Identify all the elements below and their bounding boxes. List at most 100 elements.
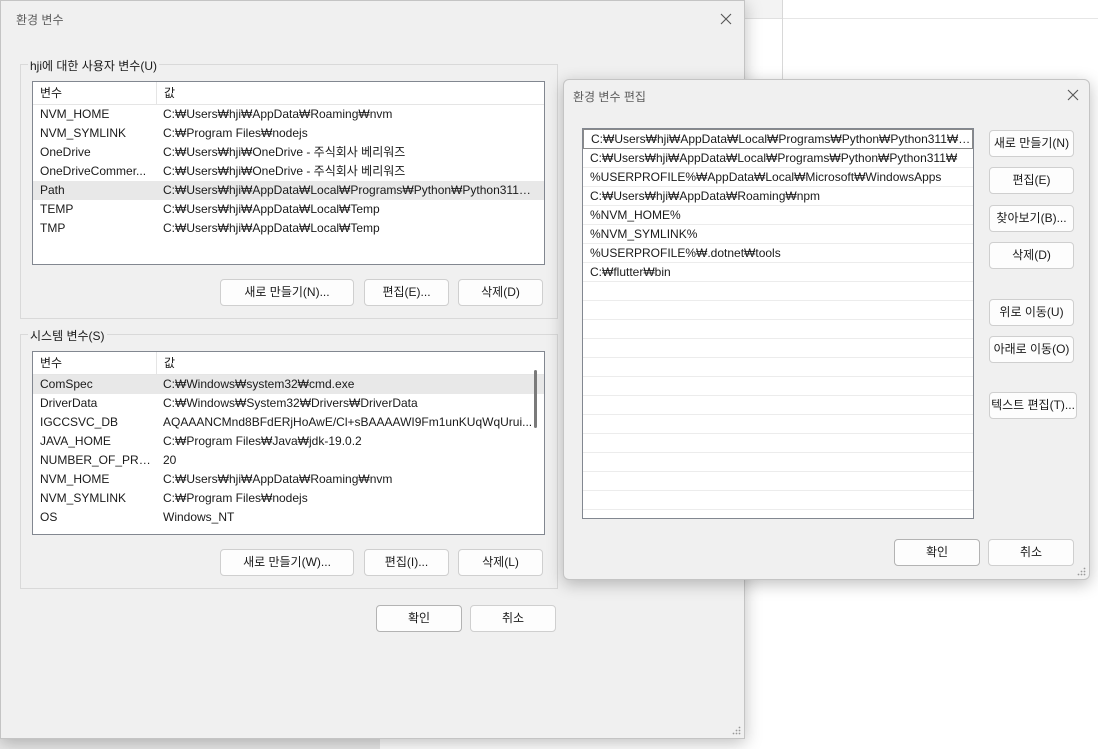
list-item[interactable]: %USERPROFILE%₩.dotnet₩tools <box>583 244 973 263</box>
list-item-empty[interactable] <box>583 472 973 491</box>
variable-name: TEMP <box>40 202 74 216</box>
list-item-empty[interactable] <box>583 491 973 510</box>
column-header-name[interactable]: 변수 <box>33 352 157 374</box>
table-row[interactable]: NVM_HOME C:₩Users₩hji₩AppData₩Roaming₩nvm <box>33 105 544 124</box>
list-item-empty[interactable] <box>583 434 973 453</box>
list-item-empty[interactable] <box>583 377 973 396</box>
variable-value: 20 <box>163 453 177 467</box>
system-delete-button[interactable]: 삭제(L) <box>458 549 543 576</box>
list-item-selected[interactable]: C:₩Users₩hji₩AppData₩Local₩Programs₩Pyth… <box>583 129 973 149</box>
variable-name: NVM_SYMLINK <box>40 491 127 505</box>
variable-value: C:₩Windows₩System32₩Drivers₩DriverData <box>163 396 418 410</box>
variable-name: DriverData <box>40 396 98 410</box>
variable-value: C:₩Users₩hji₩AppData₩Local₩Programs₩Pyth… <box>163 183 544 197</box>
list-item[interactable]: %NVM_SYMLINK% <box>583 225 973 244</box>
variable-name: OneDrive <box>40 145 91 159</box>
close-icon <box>1067 89 1079 101</box>
list-item-empty[interactable] <box>583 301 973 320</box>
list-item[interactable]: C:₩Users₩hji₩AppData₩Roaming₩npm <box>583 187 973 206</box>
dialog-title: 환경 변수 편집 <box>573 90 646 104</box>
variable-value: C:₩Program Files₩nodejs <box>163 491 308 505</box>
list-header: 변수 값 <box>33 352 544 375</box>
variable-value: C:₩Users₩hji₩OneDrive - 주식회사 베리워즈 <box>163 164 406 178</box>
resize-grip-icon[interactable] <box>1076 566 1086 576</box>
browse-button[interactable]: 찾아보기(B)... <box>989 205 1074 232</box>
cancel-button[interactable]: 취소 <box>988 539 1074 566</box>
move-down-button[interactable]: 아래로 이동(O) <box>989 336 1074 363</box>
column-header-value[interactable]: 값 <box>157 82 175 104</box>
list-item-empty[interactable] <box>583 396 973 415</box>
table-row[interactable]: JAVA_HOME C:₩Program Files₩Java₩jdk-19.0.… <box>33 432 544 451</box>
edit-text-button[interactable]: 텍스트 편집(T)... <box>989 392 1077 419</box>
list-item[interactable]: C:₩flutter₩bin <box>583 263 973 282</box>
table-row[interactable]: OneDrive C:₩Users₩hji₩OneDrive - 주식회사 베리워… <box>33 143 544 162</box>
table-row[interactable]: NUMBER_OF_PRO... 20 <box>33 451 544 470</box>
path-entries-list[interactable]: C:₩Users₩hji₩AppData₩Local₩Programs₩Pyth… <box>582 128 974 519</box>
list-item[interactable]: %NVM_HOME% <box>583 206 973 225</box>
variable-name: NUMBER_OF_PRO... <box>40 453 156 467</box>
user-variables-list[interactable]: 변수 값 NVM_HOME C:₩Users₩hji₩AppData₩Roamin… <box>32 81 545 265</box>
variable-value: C:₩Users₩hji₩AppData₩Local₩Temp <box>163 221 380 235</box>
close-button[interactable] <box>1063 85 1083 105</box>
variable-name: NVM_HOME <box>40 107 110 121</box>
variable-value: C:₩Users₩hji₩OneDrive - 주식회사 베리워즈 <box>163 145 406 159</box>
ok-button[interactable]: 확인 <box>894 539 980 566</box>
close-button[interactable] <box>716 9 736 29</box>
table-row-selected[interactable]: Path C:₩Users₩hji₩AppData₩Local₩Programs₩… <box>33 181 544 200</box>
variable-name: ComSpec <box>40 377 93 391</box>
variable-value: C:₩Program Files₩Java₩jdk-19.0.2 <box>163 434 362 448</box>
new-entry-button[interactable]: 새로 만들기(N) <box>989 130 1074 157</box>
table-row[interactable]: OneDriveCommer... C:₩Users₩hji₩OneDrive -… <box>33 162 544 181</box>
cancel-button[interactable]: 취소 <box>470 605 556 632</box>
list-item-empty[interactable] <box>583 320 973 339</box>
variable-value: C:₩Windows₩system32₩cmd.exe <box>163 377 355 391</box>
variable-name: OneDriveCommer... <box>40 164 147 178</box>
system-variables-label: 시스템 변수(S) <box>28 327 107 344</box>
variable-value: Windows_NT <box>163 510 235 524</box>
edit-entry-button[interactable]: 편집(E) <box>989 167 1074 194</box>
system-edit-button[interactable]: 편집(I)... <box>364 549 449 576</box>
list-item[interactable]: C:₩Users₩hji₩AppData₩Local₩Programs₩Pyth… <box>583 149 973 168</box>
variable-name: NVM_HOME <box>40 472 110 486</box>
column-header-value[interactable]: 값 <box>157 352 175 374</box>
variable-value: AQAAANCMnd8BFdERjHoAwE/Cl+sBAAAAWI9Fm1un… <box>163 415 533 429</box>
background-divider-h <box>783 18 1098 19</box>
variable-name: OS <box>40 510 58 524</box>
list-item-empty[interactable] <box>583 415 973 434</box>
variable-value: C:₩Users₩hji₩AppData₩Local₩Temp <box>163 202 380 216</box>
list-item-empty[interactable] <box>583 282 973 301</box>
table-row[interactable]: NVM_SYMLINK C:₩Program Files₩nodejs <box>33 124 544 143</box>
user-edit-button[interactable]: 편집(E)... <box>364 279 449 306</box>
column-header-name[interactable]: 변수 <box>33 82 157 104</box>
table-row[interactable]: TMP C:₩Users₩hji₩AppData₩Local₩Temp <box>33 219 544 238</box>
variable-name: NVM_SYMLINK <box>40 126 127 140</box>
delete-entry-button[interactable]: 삭제(D) <box>989 242 1074 269</box>
table-row[interactable]: DriverData C:₩Windows₩System32₩Drivers₩Dr… <box>33 394 544 413</box>
ok-button[interactable]: 확인 <box>376 605 462 632</box>
variable-name: Path <box>40 183 65 197</box>
list-item-empty[interactable] <box>583 453 973 472</box>
list-item-empty[interactable] <box>583 510 973 518</box>
scrollbar-thumb[interactable] <box>534 370 537 428</box>
move-up-button[interactable]: 위로 이동(U) <box>989 299 1074 326</box>
table-row[interactable]: OS Windows_NT <box>33 508 544 527</box>
system-new-button[interactable]: 새로 만들기(W)... <box>220 549 354 576</box>
table-row[interactable]: NVM_HOME C:₩Users₩hji₩AppData₩Roaming₩nvm <box>33 470 544 489</box>
variable-value: C:₩Users₩hji₩AppData₩Roaming₩nvm <box>163 472 393 486</box>
table-row[interactable]: TEMP C:₩Users₩hji₩AppData₩Local₩Temp <box>33 200 544 219</box>
system-variables-list[interactable]: 변수 값 ComSpec C:₩Windows₩system32₩cmd.exe … <box>32 351 545 535</box>
close-icon <box>720 13 732 25</box>
list-item-empty[interactable] <box>583 339 973 358</box>
table-row[interactable]: NVM_SYMLINK C:₩Program Files₩nodejs <box>33 489 544 508</box>
variable-value: C:₩Program Files₩nodejs <box>163 126 308 140</box>
resize-grip-icon[interactable] <box>731 725 741 735</box>
table-row-selected[interactable]: ComSpec C:₩Windows₩system32₩cmd.exe <box>33 375 544 394</box>
user-delete-button[interactable]: 삭제(D) <box>458 279 543 306</box>
list-item-empty[interactable] <box>583 358 973 377</box>
user-new-button[interactable]: 새로 만들기(N)... <box>220 279 354 306</box>
dialog-title: 환경 변수 <box>16 13 64 27</box>
table-row[interactable]: IGCCSVC_DB AQAAANCMnd8BFdERjHoAwE/Cl+sBAA… <box>33 413 544 432</box>
list-item[interactable]: %USERPROFILE%₩AppData₩Local₩Microsoft₩Wi… <box>583 168 973 187</box>
variable-value: C:₩Users₩hji₩AppData₩Roaming₩nvm <box>163 107 393 121</box>
variable-name: IGCCSVC_DB <box>40 415 119 429</box>
